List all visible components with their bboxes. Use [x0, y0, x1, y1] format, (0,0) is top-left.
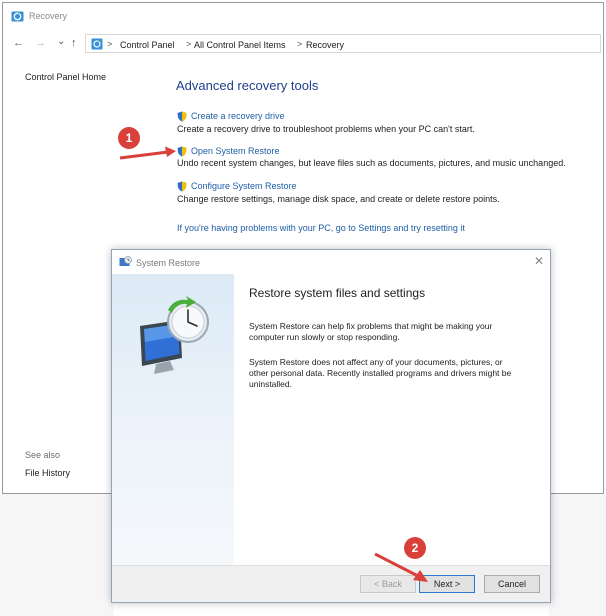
create-recovery-drive-desc: Create a recovery drive to troubleshoot …: [177, 124, 475, 134]
recent-locations-chevron-icon[interactable]: ⌄: [57, 36, 65, 47]
forward-arrow-icon[interactable]: →: [35, 38, 46, 49]
uac-shield-icon: [177, 111, 187, 122]
cancel-button[interactable]: Cancel: [484, 575, 540, 593]
background-area: [549, 494, 606, 616]
back-arrow-icon[interactable]: ←: [13, 38, 24, 49]
dialog-title-bar: System Restore ✕: [112, 250, 550, 274]
window-title: Recovery: [29, 11, 68, 21]
file-history-link[interactable]: File History: [25, 468, 70, 478]
open-system-restore-desc: Undo recent system changes, but leave fi…: [177, 158, 566, 168]
see-also-label: See also: [25, 450, 61, 460]
background-area: [0, 494, 114, 616]
breadcrumb-recovery[interactable]: Recovery: [306, 40, 344, 50]
system-restore-clock-icon: [140, 296, 209, 374]
uac-shield-icon: [177, 181, 187, 192]
configure-system-restore-link[interactable]: Configure System Restore: [191, 181, 297, 191]
recovery-app-icon: [11, 11, 24, 22]
close-icon[interactable]: ✕: [534, 254, 544, 268]
title-bar: Recovery: [3, 3, 603, 29]
dialog-heading: Restore system files and settings: [249, 286, 426, 300]
callout-arrow-icon: [119, 146, 176, 160]
create-recovery-drive-link[interactable]: Create a recovery drive: [191, 111, 285, 121]
dialog-title: System Restore: [136, 258, 201, 268]
control-panel-home-link[interactable]: Control Panel Home: [25, 72, 106, 82]
dialog-footer: < Back Next > Cancel: [112, 565, 550, 602]
uac-shield-icon: [177, 146, 187, 157]
dialog-paragraph-2: System Restore does not affect any of yo…: [249, 357, 512, 389]
dialog-paragraph-1: System Restore can help fix problems tha…: [249, 321, 493, 342]
reset-pc-link[interactable]: If you're having problems with your PC, …: [177, 223, 465, 233]
breadcrumb-separator: >: [297, 39, 303, 49]
address-field[interactable]: > Control Panel > All Control Panel Item…: [85, 34, 601, 53]
dialog-side-panel: [112, 274, 234, 566]
control-panel-icon: [91, 38, 103, 50]
breadcrumb-control-panel[interactable]: Control Panel: [120, 40, 175, 50]
configure-system-restore-desc: Change restore settings, manage disk spa…: [177, 194, 500, 204]
system-restore-dialog: System Restore ✕ Restore system files an…: [111, 249, 551, 603]
address-bar: ← → ⌄ ↑ > Control Panel > All Control Pa…: [3, 31, 603, 57]
breadcrumb-separator: >: [186, 39, 192, 49]
breadcrumb-all-items[interactable]: All Control Panel Items: [194, 40, 286, 50]
callout-arrow-icon: [374, 552, 428, 582]
page-heading: Advanced recovery tools: [176, 78, 319, 93]
breadcrumb-separator: >: [107, 39, 113, 49]
up-arrow-icon[interactable]: ↑: [71, 38, 77, 49]
system-restore-icon: [119, 256, 132, 266]
dialog-content: Restore system files and settings System…: [234, 274, 550, 566]
open-system-restore-link[interactable]: Open System Restore: [191, 146, 280, 156]
